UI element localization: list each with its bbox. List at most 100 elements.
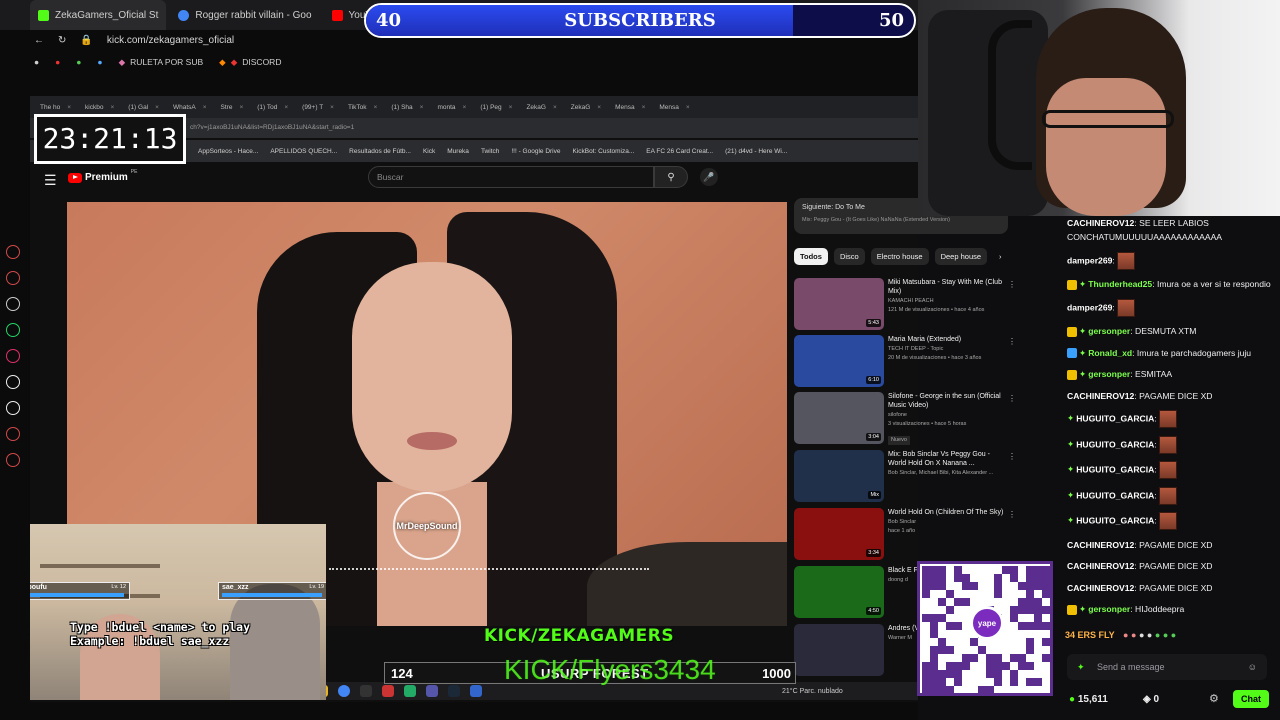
tab-google[interactable]: Rogger rabbit villain - Goo: [170, 0, 319, 30]
chip-disco[interactable]: Disco: [833, 248, 865, 265]
chat-username[interactable]: gersonper: [1088, 369, 1130, 379]
chip-todos[interactable]: Todos: [794, 248, 828, 265]
more-options-icon[interactable]: ⋮: [1008, 337, 1016, 346]
close-icon[interactable]: ×: [420, 104, 424, 111]
inner-tab[interactable]: TikTok ×: [342, 96, 383, 118]
recommendation-item[interactable]: 6:10 Maria Maria (Extended) TECH IT DEEP -…: [794, 335, 1020, 387]
chat-username[interactable]: damper269: [1067, 255, 1112, 265]
channel-name[interactable]: silofone: [888, 412, 1006, 419]
settings-icon[interactable]: [6, 453, 20, 467]
close-icon[interactable]: ×: [330, 104, 334, 111]
emote-icon[interactable]: ●: [1123, 630, 1128, 640]
chat-username[interactable]: HUGUITO_GARCIA: [1076, 439, 1154, 449]
more-options-icon[interactable]: ⋮: [1008, 394, 1016, 403]
inner-bookmark[interactable]: Mureka: [447, 148, 469, 155]
inner-bookmark[interactable]: Kick: [423, 148, 435, 155]
bookmark-ruleta[interactable]: ◆ RULETA POR SUB: [119, 57, 204, 68]
inner-bookmark[interactable]: KickBot: Customiza...: [573, 148, 635, 155]
close-icon[interactable]: ×: [463, 104, 467, 111]
chat-username[interactable]: damper269: [1067, 302, 1112, 312]
inner-bookmark[interactable]: (21) d4vd - Here Wi...: [725, 148, 787, 155]
back-icon[interactable]: ←: [34, 35, 44, 46]
video-title[interactable]: Maria Maria (Extended): [888, 335, 1006, 344]
inner-tab[interactable]: (1) Peg ×: [474, 96, 518, 118]
inner-tab[interactable]: ZekaG ×: [520, 96, 562, 118]
inner-tab[interactable]: Mensa ×: [609, 96, 651, 118]
close-icon[interactable]: ×: [642, 104, 646, 111]
chatgpt-icon[interactable]: [6, 297, 20, 311]
recommendation-item[interactable]: 3:34 World Hold On (Children Of The Sky) B…: [794, 508, 1020, 560]
video-title[interactable]: Miki Matsubara - Stay With Me (Club Mix): [888, 278, 1006, 296]
search-input[interactable]: Buscar: [368, 166, 654, 188]
gear-icon[interactable]: ⚙: [1209, 692, 1219, 705]
chat-send-button[interactable]: Chat: [1233, 690, 1269, 708]
emote-icon[interactable]: ●: [1139, 630, 1144, 640]
bookmark-icon[interactable]: ●: [76, 57, 81, 67]
close-icon[interactable]: ×: [110, 104, 114, 111]
app-icon[interactable]: [426, 685, 438, 697]
inner-bookmark[interactable]: AppSorteos - Hace...: [198, 148, 258, 155]
lock-icon[interactable]: [6, 271, 20, 285]
video-title[interactable]: World Hold On (Children Of The Sky): [888, 508, 1006, 517]
more-options-icon[interactable]: ⋮: [1008, 510, 1016, 519]
close-icon[interactable]: ×: [553, 104, 557, 111]
inner-bookmark[interactable]: !!! - Google Drive: [511, 148, 560, 155]
chip-deep-house[interactable]: Deep house: [934, 248, 988, 265]
chevron-right-icon[interactable]: ›: [993, 248, 1008, 265]
close-icon[interactable]: ×: [686, 104, 690, 111]
chat-username[interactable]: CACHINEROV12: [1067, 391, 1134, 401]
chat-username[interactable]: CACHINEROV12: [1067, 540, 1134, 550]
recommendation-item[interactable]: 3:04 Silofone - George in the sun (Offici…: [794, 392, 1020, 445]
microphone-icon[interactable]: 🎤: [700, 168, 718, 186]
recommendation-item[interactable]: Mix Mix: Bob Sinclar Vs Peggy Gou - World…: [794, 450, 1020, 502]
chat-input[interactable]: ✦ Send a message ☺: [1067, 654, 1267, 680]
close-icon[interactable]: ×: [67, 104, 71, 111]
video-thumbnail[interactable]: 6:10: [794, 335, 884, 387]
steam-icon[interactable]: [448, 685, 460, 697]
youtube-logo[interactable]: Premium PE: [68, 169, 137, 183]
bookmark-icon[interactable]: ●: [97, 57, 102, 67]
video-thumbnail[interactable]: 3:34: [794, 508, 884, 560]
video-title[interactable]: Mix: Bob Sinclar Vs Peggy Gou - World Ho…: [888, 450, 1006, 468]
whatsapp-icon[interactable]: [6, 323, 20, 337]
chrome-icon[interactable]: [338, 685, 350, 697]
recommendation-item[interactable]: 5:43 Miki Matsubara - Stay With Me (Club …: [794, 278, 1020, 330]
inner-bookmark[interactable]: Resultados de Fútb...: [349, 148, 411, 155]
more-options-icon[interactable]: ⋮: [1008, 280, 1016, 289]
emote-icon[interactable]: ●: [1163, 630, 1168, 640]
emote-icon[interactable]: ●: [1155, 630, 1160, 640]
inner-bookmark[interactable]: APELLIDOS QUECH...: [270, 148, 337, 155]
video-thumbnail[interactable]: 5:43: [794, 278, 884, 330]
close-icon[interactable]: ×: [284, 104, 288, 111]
emoji-icon[interactable]: ☺: [1248, 654, 1257, 680]
app-icon[interactable]: [360, 685, 372, 697]
instagram-icon[interactable]: [6, 349, 20, 363]
chip-electro-house[interactable]: Electro house: [870, 248, 929, 265]
bookmark-icon[interactable]: ●: [34, 57, 39, 67]
inner-tab[interactable]: ZekaG ×: [565, 96, 607, 118]
close-icon[interactable]: ×: [155, 104, 159, 111]
tiktok-icon[interactable]: [6, 375, 20, 389]
video-thumbnail[interactable]: [794, 624, 884, 676]
inner-bookmark[interactable]: EA FC 26 Card Creat...: [646, 148, 713, 155]
close-icon[interactable]: ×: [374, 104, 378, 111]
video-thumbnail[interactable]: 3:04: [794, 392, 884, 444]
emote-icon[interactable]: ●: [1131, 630, 1136, 640]
bookmark-icon[interactable]: ●: [55, 57, 60, 67]
history-icon[interactable]: [6, 427, 20, 441]
chat-username[interactable]: Thunderhead25: [1088, 279, 1152, 289]
close-icon[interactable]: ×: [597, 104, 601, 111]
app-icon[interactable]: [470, 685, 482, 697]
chat-username[interactable]: CACHINEROV12: [1067, 218, 1134, 228]
inner-tab[interactable]: Mensa ×: [653, 96, 695, 118]
chat-username[interactable]: CACHINEROV12: [1067, 583, 1134, 593]
emote-icon[interactable]: ●: [1147, 630, 1152, 640]
reload-icon[interactable]: ↻: [58, 35, 66, 46]
close-icon[interactable]: ×: [239, 104, 243, 111]
bookmark-discord[interactable]: ◆ ◆ DISCORD: [219, 57, 281, 68]
app-icon[interactable]: [382, 685, 394, 697]
close-icon[interactable]: ×: [509, 104, 513, 111]
x-icon[interactable]: [6, 401, 20, 415]
inner-tab[interactable]: (1) Sha ×: [385, 96, 429, 118]
tab-kick[interactable]: ZekaGamers_Oficial St: [30, 0, 167, 30]
